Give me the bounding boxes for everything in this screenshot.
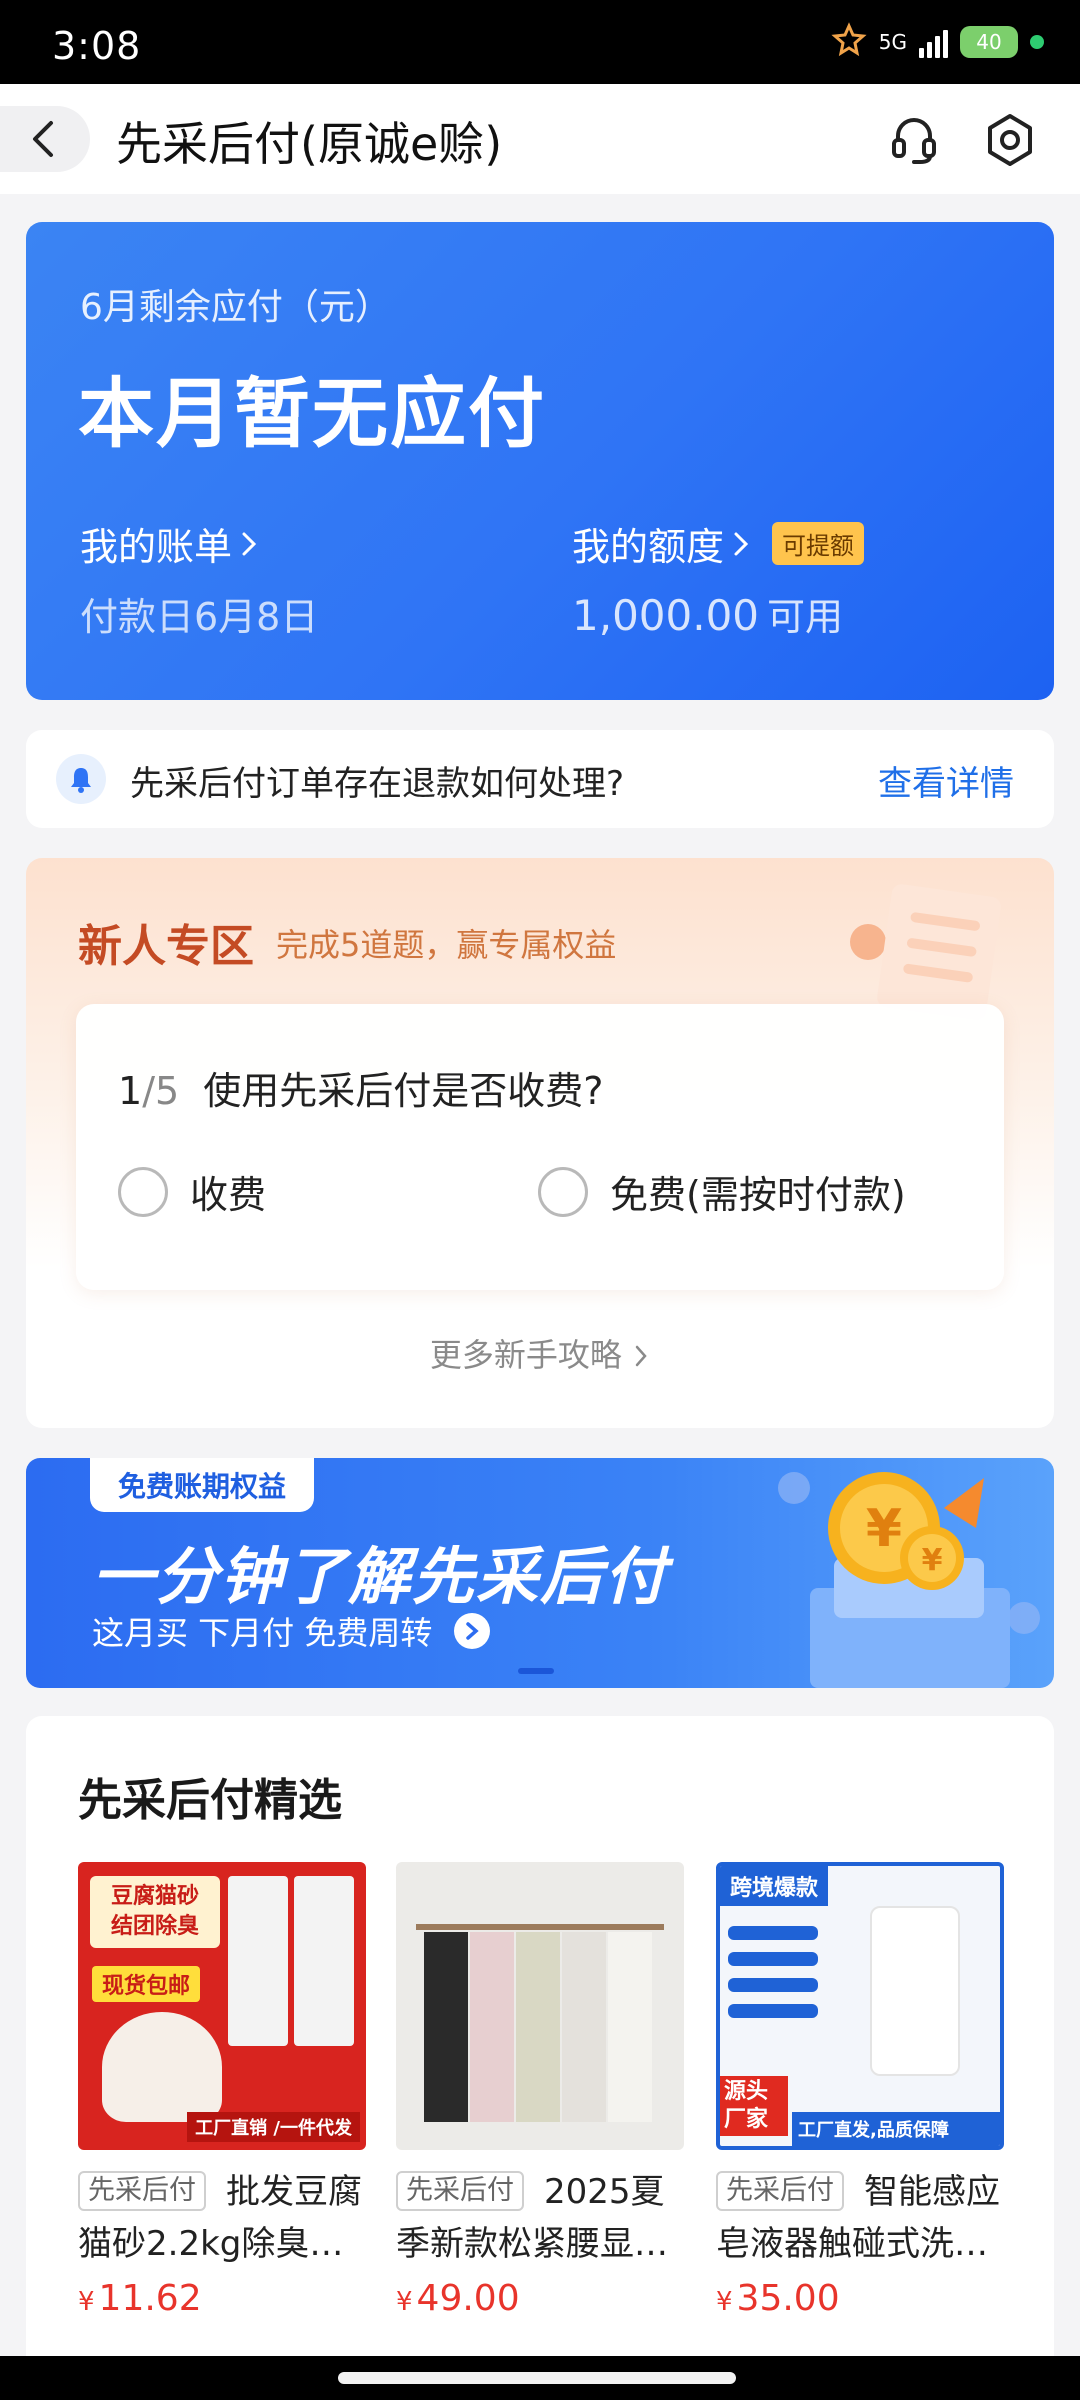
- section-title: 先采后付精选: [78, 1775, 342, 1826]
- gesture-bar: [0, 2356, 1080, 2400]
- newcomer-subtitle: 完成5道题，赢专属权益: [276, 926, 617, 964]
- image-label: 结团除臭: [110, 1914, 199, 1939]
- currency-symbol: ¥: [716, 2287, 733, 2317]
- quota-available: 1,000.00 可用: [572, 586, 843, 641]
- notification-icon: [831, 22, 867, 62]
- payment-summary-card: 6月剩余应付（元） 本月暂无应付 我的账单 付款日6月8日 我的额度 可提额 1…: [26, 222, 1054, 700]
- banner-tag: 免费账期权益: [90, 1458, 315, 1512]
- radio-unchecked-icon[interactable]: [118, 1166, 168, 1217]
- product-title: 先采后付智能感应皂液器触碰式洗手机: [716, 2166, 1004, 2270]
- image-label: 现货包邮: [92, 1966, 201, 2002]
- product-price: ¥35.00: [716, 2278, 1004, 2319]
- battery-icon: 40: [960, 26, 1018, 58]
- more-guide-link[interactable]: 更多新手攻略: [26, 1330, 1054, 1376]
- status-icons: 5G 40: [831, 22, 1044, 62]
- price-value: 35.00: [736, 2278, 840, 2319]
- my-bill-link[interactable]: 我的账单: [80, 516, 260, 571]
- svg-text:¥: ¥: [922, 1543, 943, 1578]
- gear-icon: [988, 114, 1032, 166]
- status-time: 3:08: [52, 24, 142, 68]
- question-text: 使用先采后付是否收费?: [203, 1069, 604, 1113]
- chevron-left-icon: [33, 121, 53, 157]
- featured-products: 先采后付精选 豆腐猫砂 结团除臭 现货包邮 工厂直销 /一件代发 先采后付 批发豆…: [26, 1716, 1054, 2356]
- option-charge-label: 收费: [190, 1173, 267, 1217]
- banner-subline: 这月买 下月付 免费周转: [92, 1608, 491, 1654]
- due-status: 本月暂无应付: [78, 369, 546, 458]
- my-quota-label: 我的额度: [572, 525, 725, 569]
- radio-unchecked-icon[interactable]: [538, 1166, 588, 1217]
- coin-illustration-icon: ¥ ¥: [778, 1472, 1040, 1688]
- currency-symbol: ¥: [78, 2287, 95, 2317]
- view-details-link[interactable]: 查看详情: [878, 756, 1014, 805]
- quiz-question: 1/5 使用先采后付是否收费?: [118, 1060, 603, 1115]
- bell-icon: [56, 754, 106, 804]
- signal-bars-icon: [919, 26, 948, 58]
- my-quota-link[interactable]: 我的额度 可提额: [572, 516, 865, 571]
- pay-later-tag: 先采后付: [78, 2171, 206, 2211]
- banner-subline-text: 这月买 下月付 免费周转: [92, 1614, 433, 1652]
- back-button[interactable]: [0, 106, 90, 172]
- payment-date: 付款日6月8日: [80, 595, 319, 639]
- image-label: 工厂直发,品质保障: [792, 2112, 1000, 2146]
- chevron-right-icon: [242, 532, 257, 555]
- network-5g-icon: 5G: [878, 30, 907, 54]
- newcomer-zone: 新人专区 完成5道题，赢专属权益 1/5 使用先采后付是否收费? 收费 免费(需…: [26, 858, 1054, 1428]
- home-indicator[interactable]: [338, 2372, 736, 2384]
- pay-later-tag: 先采后付: [716, 2171, 844, 2211]
- more-guide-label: 更多新手攻略: [429, 1336, 622, 1374]
- promo-banner[interactable]: 免费账期权益 一分钟了解先采后付 这月买 下月付 免费周转 ¥ ¥: [26, 1458, 1054, 1688]
- image-label: 源头: [724, 2079, 769, 2104]
- product-card[interactable]: 跨境爆款 源头 厂家 工厂直发,品质保障 先采后付智能感应皂液器触碰式洗手机 ¥…: [716, 1862, 1004, 2319]
- product-title: 先采后付批发豆腐猫砂2.2kg除臭结团: [78, 2166, 366, 2270]
- status-bar: 3:08 5G 40: [0, 0, 1080, 84]
- quota-increase-badge[interactable]: 可提额: [772, 522, 865, 565]
- price-value: 11.62: [98, 2278, 202, 2319]
- product-image: [396, 1862, 684, 2150]
- option-charge[interactable]: 收费: [118, 1164, 266, 1219]
- product-title: 先采后付2025夏季新款松紧腰显瘦阔腿裤: [396, 2166, 684, 2270]
- settings-button[interactable]: [978, 108, 1042, 172]
- image-label: 豆腐猫砂: [110, 1884, 199, 1909]
- chevron-right-icon: [635, 1345, 647, 1367]
- headset-icon: [892, 118, 936, 164]
- currency-symbol: ¥: [396, 2287, 413, 2317]
- month-due-label: 6月剩余应付（元）: [80, 287, 391, 328]
- scroll-illustration-icon: [850, 884, 1001, 1020]
- privacy-dot-icon: [1030, 35, 1044, 49]
- banner-headline: 一分钟了解先采后付: [92, 1540, 669, 1613]
- svg-text:¥: ¥: [866, 1499, 902, 1559]
- price-value: 49.00: [416, 2278, 520, 2319]
- carousel-indicator: [518, 1668, 554, 1674]
- page-title: 先采后付(原诚e赊): [116, 117, 503, 171]
- pay-later-tag: 先采后付: [396, 2171, 524, 2211]
- quiz-card: 1/5 使用先采后付是否收费? 收费 免费(需按时付款): [76, 1004, 1004, 1290]
- product-card[interactable]: 先采后付2025夏季新款松紧腰显瘦阔腿裤 ¥49.00: [396, 1862, 684, 2319]
- product-card[interactable]: 豆腐猫砂 结团除臭 现货包邮 工厂直销 /一件代发 先采后付 批发豆腐猫砂2.2k…: [78, 1862, 366, 2319]
- quota-available-label: 可用: [767, 595, 844, 639]
- product-image: 跨境爆款 源头 厂家 工厂直发,品质保障: [716, 1862, 1004, 2150]
- product-image: 豆腐猫砂 结团除臭 现货包邮 工厂直销 /一件代发: [78, 1862, 366, 2150]
- customer-service-button[interactable]: [882, 108, 946, 172]
- quota-amount: 1,000.00: [572, 591, 760, 640]
- my-bill-label: 我的账单: [80, 525, 233, 569]
- question-index: 1: [118, 1069, 143, 1113]
- arrow-right-circle-icon[interactable]: [454, 1613, 491, 1649]
- product-price: ¥49.00: [396, 2278, 684, 2319]
- image-label: 工厂直销 /一件代发: [187, 2112, 360, 2142]
- product-price: ¥11.62: [78, 2278, 366, 2319]
- image-label: 跨境爆款: [720, 1866, 829, 1906]
- option-free-label: 免费(需按时付款): [610, 1173, 906, 1217]
- newcomer-title: 新人专区: [78, 921, 254, 972]
- notice-text: 先采后付订单存在退款如何处理?: [130, 764, 625, 804]
- app-header: 先采后付(原诚e赊): [0, 84, 1080, 194]
- option-free[interactable]: 免费(需按时付款): [538, 1164, 906, 1219]
- question-total: /5: [142, 1069, 180, 1113]
- refund-notice[interactable]: 先采后付订单存在退款如何处理? 查看详情: [26, 730, 1054, 828]
- chevron-right-icon: [734, 532, 749, 555]
- image-label: 厂家: [724, 2107, 769, 2132]
